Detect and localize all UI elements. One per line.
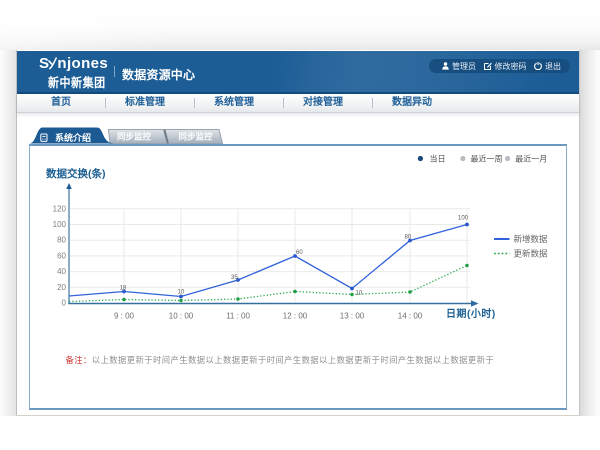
svg-text:当日: 当日 — [430, 154, 446, 164]
svg-text:9 : 00: 9 : 00 — [114, 312, 135, 321]
svg-text:100: 100 — [53, 220, 67, 229]
svg-text:数据交换(条): 数据交换(条) — [45, 167, 106, 180]
svg-text:40: 40 — [57, 267, 66, 276]
svg-text:10: 10 — [356, 291, 363, 297]
svg-text:10: 10 — [178, 290, 185, 296]
svg-text:12 : 00: 12 : 00 — [283, 312, 308, 321]
svg-text:更新数据: 更新数据 — [514, 249, 549, 259]
svg-text:0: 0 — [62, 299, 67, 308]
svg-text:14 : 00: 14 : 00 — [398, 312, 423, 321]
svg-text:最近一周: 最近一周 — [471, 154, 503, 164]
svg-text:18: 18 — [120, 286, 127, 292]
svg-text:11 : 00: 11 : 00 — [226, 312, 250, 321]
svg-text:新增数据: 新增数据 — [514, 234, 549, 244]
svg-text:最近一月: 最近一月 — [515, 154, 547, 164]
svg-text:13 : 00: 13 : 00 — [340, 312, 365, 321]
svg-text:80: 80 — [57, 236, 66, 245]
svg-text:60: 60 — [296, 250, 303, 256]
svg-text:120: 120 — [53, 204, 67, 213]
svg-text:35: 35 — [231, 275, 238, 281]
svg-text:20: 20 — [57, 283, 66, 292]
svg-text:100: 100 — [458, 216, 469, 222]
svg-text:日期(小时): 日期(小时) — [446, 307, 496, 320]
svg-text:80: 80 — [405, 235, 412, 241]
svg-text:10 : 00: 10 : 00 — [169, 312, 194, 321]
svg-text:60: 60 — [57, 251, 66, 260]
